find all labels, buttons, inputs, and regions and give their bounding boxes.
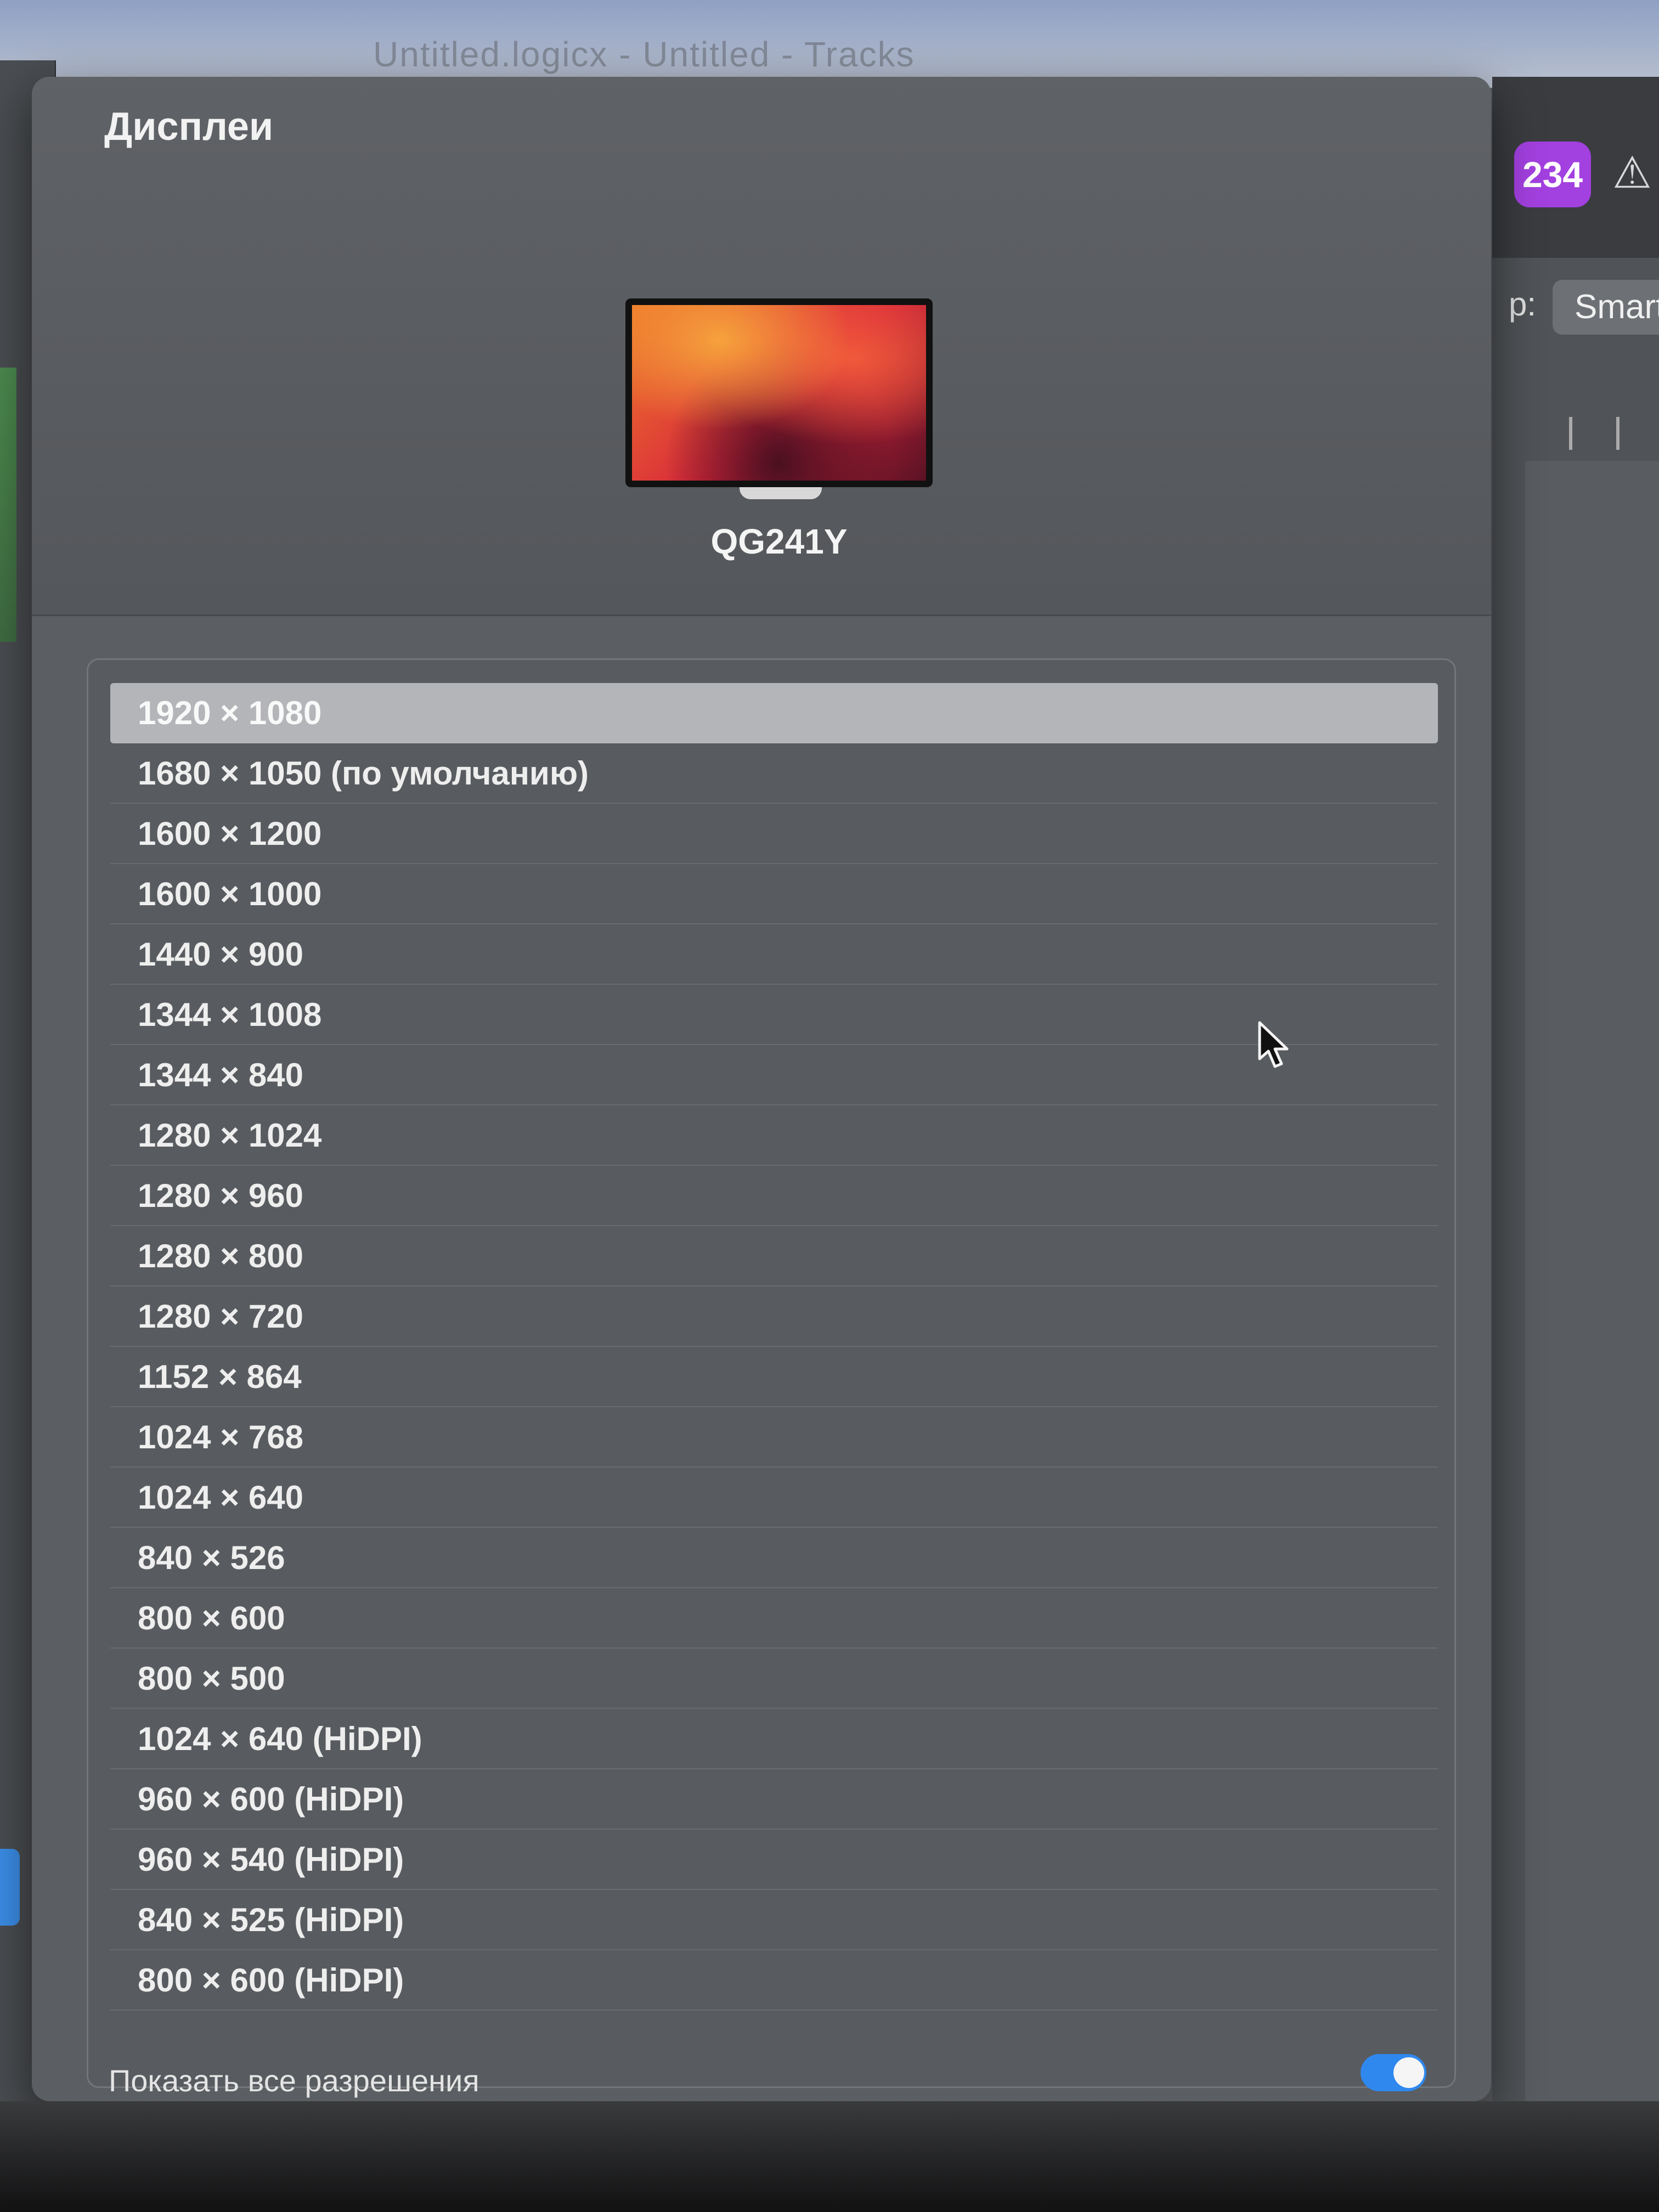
resolution-item[interactable]: 800 × 600 (HiDPI) <box>110 1950 1438 2011</box>
resolution-item[interactable]: 1344 × 1008 <box>110 985 1438 1045</box>
resolution-item[interactable]: 960 × 540 (HiDPI) <box>110 1830 1438 1890</box>
resolution-list-box: 1920 × 1080 1680 × 1050 (по умолчанию) 160… <box>87 658 1456 2088</box>
resolution-item[interactable]: 840 × 525 (HiDPI) <box>110 1890 1438 1950</box>
counter-badge[interactable]: 234 <box>1514 142 1591 207</box>
monitor-icon <box>625 298 933 487</box>
left-app-blue-button[interactable] <box>0 1849 20 1926</box>
mouse-cursor-icon <box>1258 1021 1289 1068</box>
resolution-item[interactable]: 1280 × 960 <box>110 1166 1438 1226</box>
resolution-item[interactable]: 960 × 600 (HiDPI) <box>110 1769 1438 1830</box>
monitor-stand <box>740 487 822 499</box>
resolution-item[interactable]: 1600 × 1200 <box>110 804 1438 864</box>
smart-button[interactable]: Smart <box>1553 280 1659 335</box>
right-app-label: p: <box>1509 286 1537 323</box>
right-app-toolbar: 234 ⚠ <box>1492 77 1659 258</box>
resolution-item[interactable]: 840 × 526 <box>110 1528 1438 1588</box>
monitor-wallpaper <box>632 305 926 481</box>
panel-header: Дисплеи QG241Y <box>32 77 1491 616</box>
resolution-item[interactable]: 1600 × 1000 <box>110 864 1438 924</box>
resolution-item[interactable]: 1920 × 1080 <box>110 683 1438 743</box>
resolution-list: 1920 × 1080 1680 × 1050 (по умолчанию) 160… <box>110 683 1438 2011</box>
monitor-bezel <box>0 2101 1659 2212</box>
timeline-ruler[interactable] <box>1525 417 1659 450</box>
resolution-item[interactable]: 1280 × 800 <box>110 1226 1438 1286</box>
resolution-item[interactable]: 1344 × 840 <box>110 1045 1438 1105</box>
right-app-window: 234 ⚠ p: Smart <box>1492 77 1659 2107</box>
resolution-item[interactable]: 1024 × 768 <box>110 1407 1438 1468</box>
left-app-green-track <box>0 368 16 642</box>
tuner-icon[interactable]: ⚠ <box>1607 148 1657 198</box>
tracks-area[interactable] <box>1525 461 1659 2107</box>
resolution-item[interactable]: 800 × 500 <box>110 1649 1438 1709</box>
resolution-item[interactable]: 1152 × 864 <box>110 1347 1438 1407</box>
resolution-item[interactable]: 1280 × 720 <box>110 1286 1438 1347</box>
resolution-item[interactable]: 1680 × 1050 (по умолчанию) <box>110 743 1438 804</box>
background-window-title: Untitled.logicx - Untitled - Tracks <box>373 35 915 74</box>
monitor-name: QG241Y <box>710 522 848 561</box>
resolution-item[interactable]: 800 × 600 <box>110 1588 1438 1649</box>
resolution-item[interactable]: 1024 × 640 <box>110 1468 1438 1528</box>
show-all-resolutions-toggle[interactable] <box>1361 2054 1426 2091</box>
resolution-item[interactable]: 1280 × 1024 <box>110 1105 1438 1166</box>
resolution-item[interactable]: 1440 × 900 <box>110 924 1438 985</box>
resolution-item[interactable]: 1024 × 640 (HiDPI) <box>110 1709 1438 1769</box>
panel-title: Дисплеи <box>104 105 274 149</box>
toggle-knob <box>1393 2057 1424 2088</box>
displays-panel: Дисплеи QG241Y 1920 × 1080 1680 × 1050 (п… <box>32 77 1491 2101</box>
show-all-resolutions-label: Показать все разрешения <box>109 2063 479 2098</box>
